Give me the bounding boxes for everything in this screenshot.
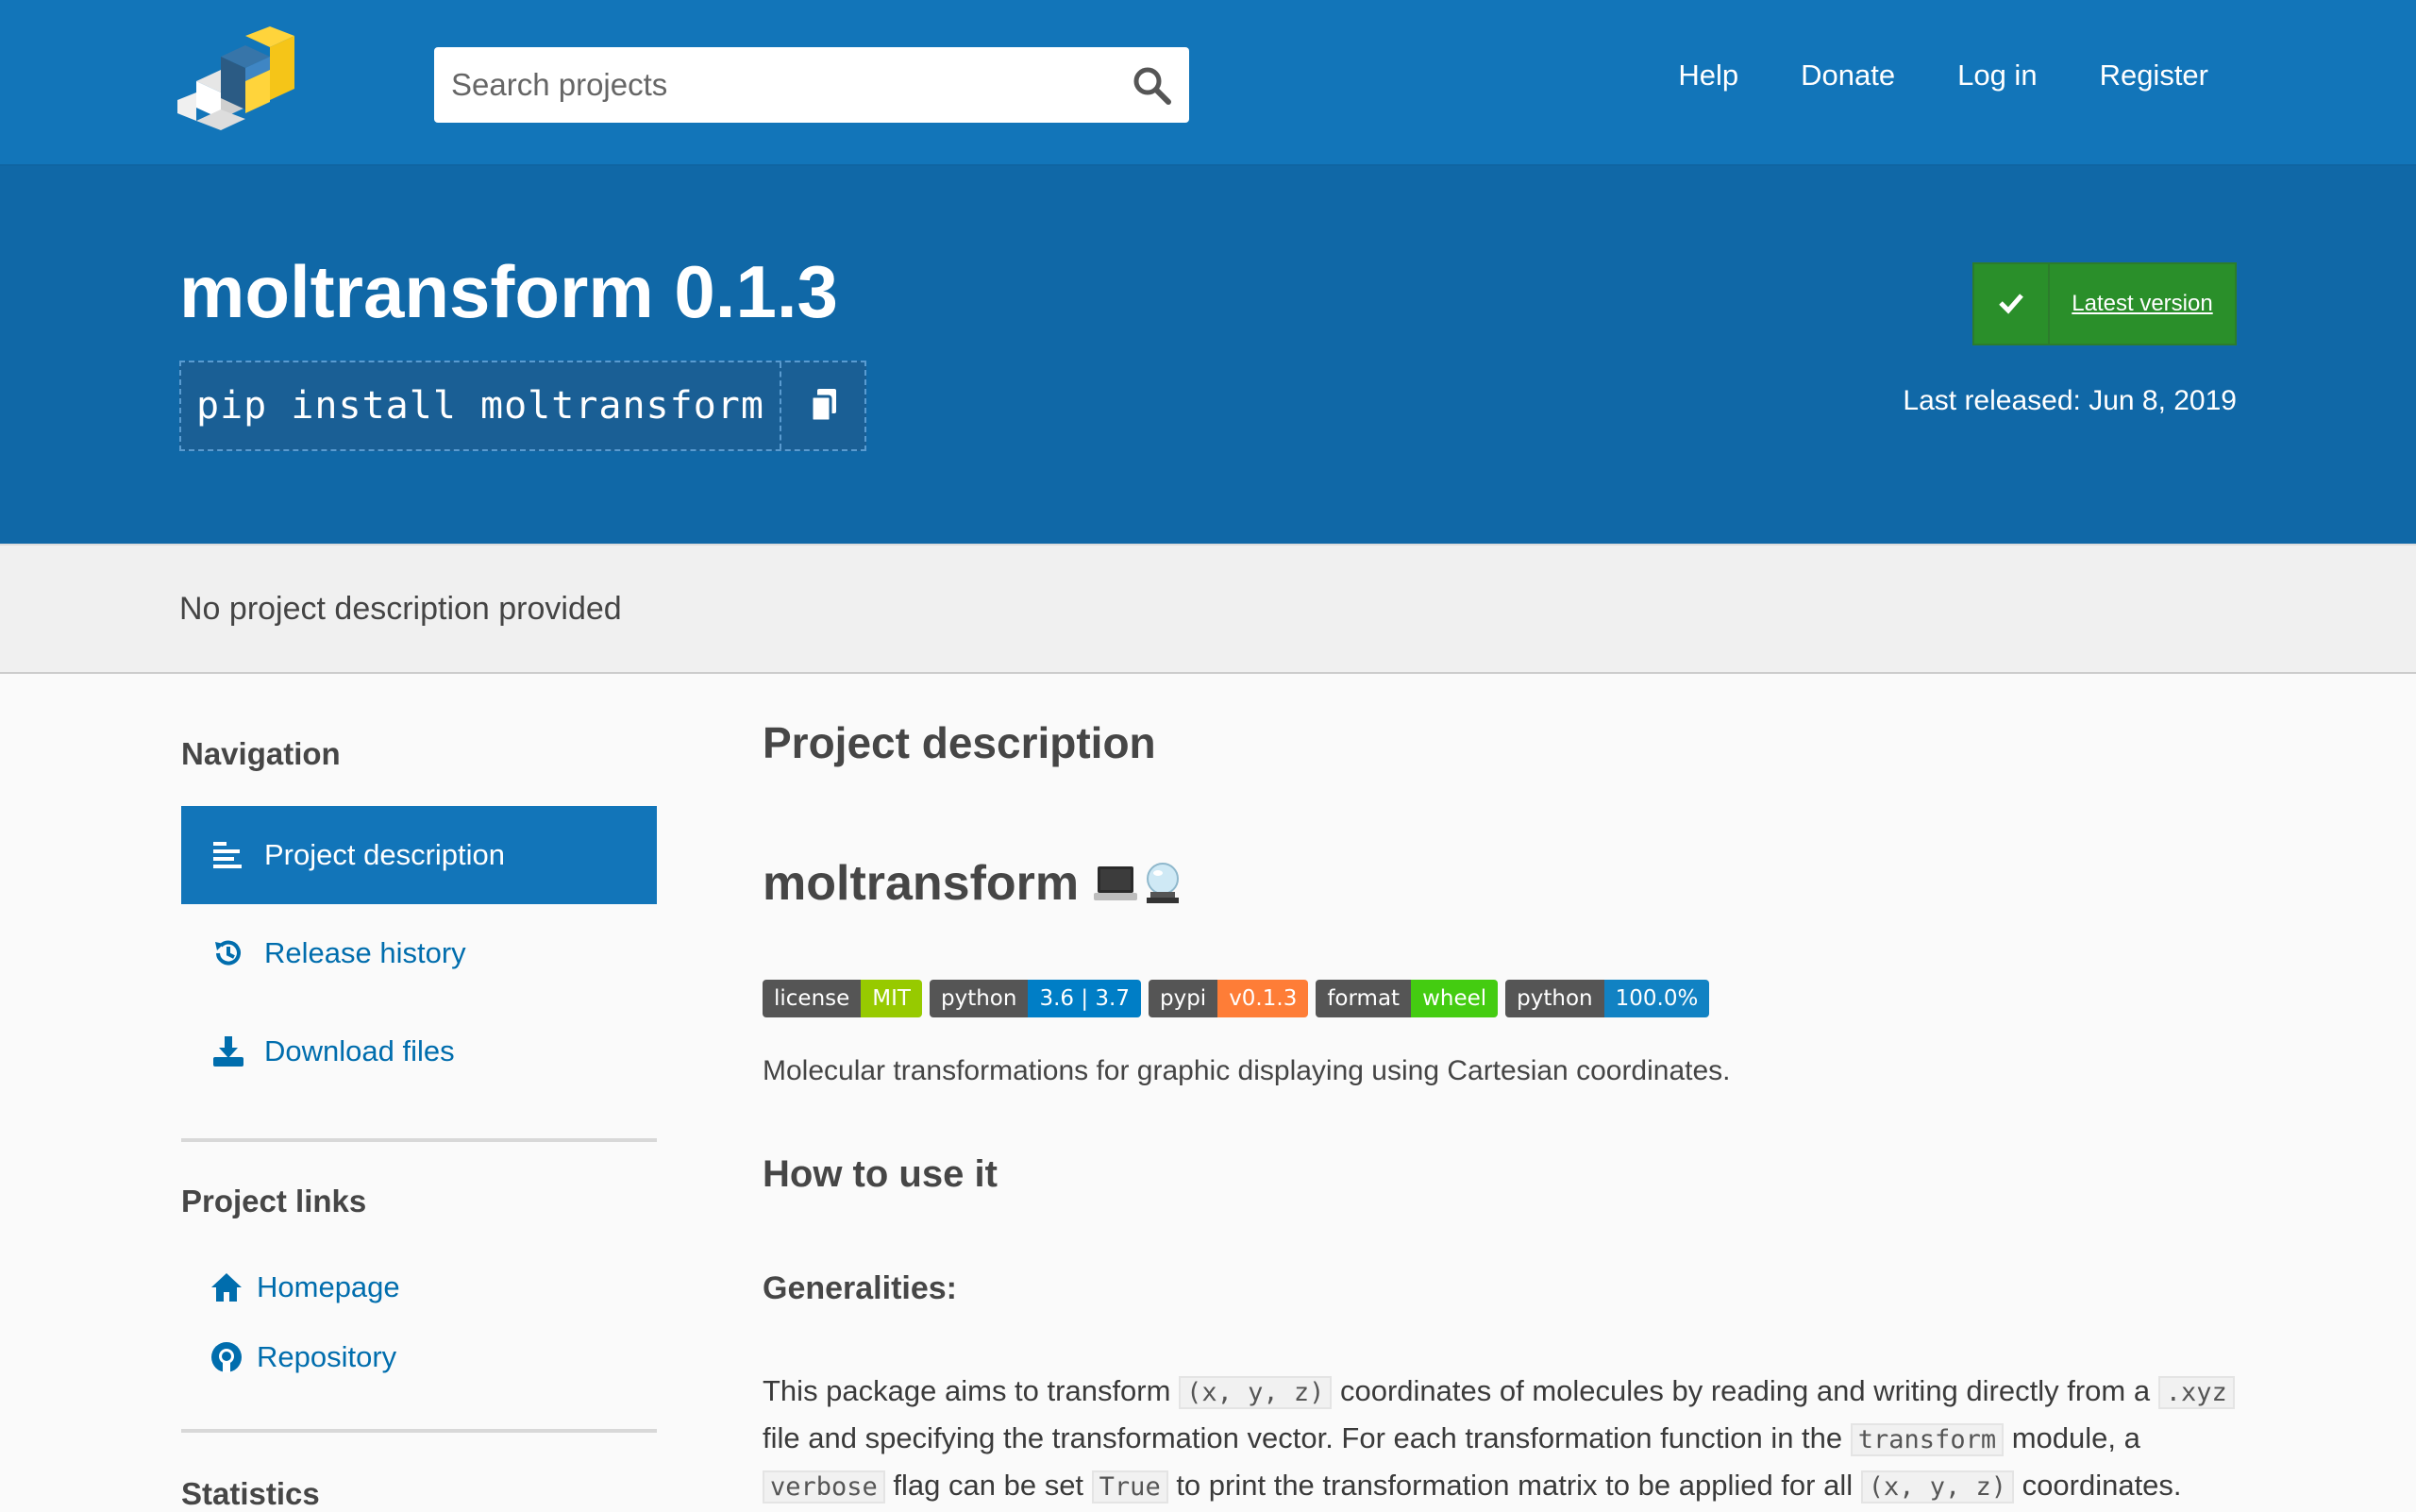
project-description-panel: Project description moltransform license… [763,717,2244,1504]
nav-help-link[interactable]: Help [1678,59,1738,92]
nav-donate-link[interactable]: Donate [1801,59,1895,92]
statistics-heading: Statistics [181,1476,320,1511]
nav-login-link[interactable]: Log in [1957,59,2037,92]
search-input[interactable] [434,47,1189,123]
sidebar-item-label: Project description [264,838,506,871]
navigation-heading: Navigation [181,736,341,771]
download-icon [213,1036,243,1067]
package-title: moltransform 0.1.3 [179,250,838,333]
inline-code: (x, y, z) [1860,1470,2015,1504]
homepage-label: Homepage [257,1270,400,1303]
align-left-icon [213,842,242,868]
sidebar-divider [181,1138,657,1142]
laptop-icon [1092,861,1139,906]
readme-title-text: moltransform [763,856,1080,911]
license-badge[interactable]: license MIT [763,980,922,1017]
top-nav: Help Donate Log in Register [1678,59,2208,92]
pypi-version-badge[interactable]: pypi v0.1.3 [1148,980,1309,1017]
pypi-logo[interactable] [177,26,304,138]
python-version-badge[interactable]: python 3.6 | 3.7 [929,980,1141,1017]
generalities-paragraph: This package aims to transform (x, y, z)… [763,1369,2244,1510]
crystal-ball-icon [1139,860,1186,907]
github-icon [211,1342,242,1372]
format-badge[interactable]: format wheel [1316,980,1499,1017]
inline-code: True [1091,1470,1168,1504]
project-tagline: Molecular transformations for graphic di… [763,1055,1731,1086]
inline-code: verbose [763,1470,885,1504]
history-icon [215,940,241,966]
latest-version-label: Latest version [2072,291,2213,316]
inline-code: transform [1850,1423,2005,1456]
nav-register-link[interactable]: Register [2100,59,2208,92]
sidebar-item-release-history[interactable]: Release history [181,904,657,1002]
repository-link[interactable]: Repository [210,1340,396,1374]
badge-row: license MIT python 3.6 | 3.7 pypi v0.1.3… [763,980,1710,1017]
sidebar-item-label: Download files [264,1034,455,1067]
package-banner: moltransform 0.1.3 pip install moltransf… [0,164,2416,544]
project-description-heading: Project description [763,718,1156,767]
home-icon [211,1273,242,1302]
readme-title: moltransform [763,855,1186,912]
pip-install-box: pip install moltransform [179,361,866,451]
latest-version-button[interactable]: Latest version [1972,262,2237,345]
inline-code: .xyz [2157,1376,2235,1409]
pip-command[interactable]: pip install moltransform [181,362,780,449]
package-summary: No project description provided [179,591,622,627]
language-badge[interactable]: python 100.0% [1505,980,1710,1017]
repository-label: Repository [257,1340,397,1373]
check-icon [1974,264,2050,344]
top-bar: Help Donate Log in Register [0,0,2416,164]
inline-code: (x, y, z) [1179,1376,1333,1409]
sidebar-item-download-files[interactable]: Download files [181,1002,657,1100]
release-date: Last released: Jun 8, 2019 [1903,385,2237,416]
homepage-link[interactable]: Homepage [210,1270,400,1304]
search-box [434,47,1189,123]
how-to-use-heading: How to use it [763,1153,998,1195]
sidebar-item-label: Release history [264,936,466,969]
generalities-heading: Generalities: [763,1270,957,1306]
project-links-heading: Project links [181,1184,367,1218]
search-icon[interactable] [1131,64,1172,106]
sidebar-item-project-description[interactable]: Project description [181,806,657,904]
sidebar-divider [181,1429,657,1433]
copy-icon [810,389,836,423]
copy-button[interactable] [779,362,864,449]
summary-strip: No project description provided [0,544,2416,674]
